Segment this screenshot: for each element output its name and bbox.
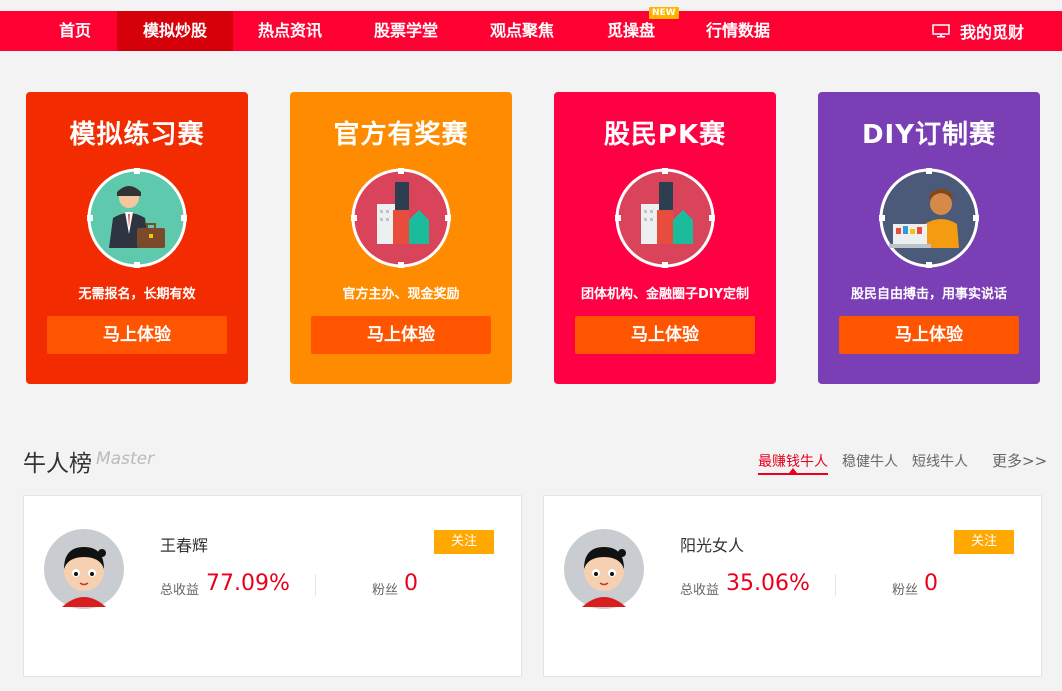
- master-card: 王春辉 关注 总收益 77.09% 粉丝 0: [23, 495, 522, 677]
- card-practice-contest: 模拟练习赛 无需报名，长期有效 马上体验: [26, 92, 248, 384]
- my-account-label: 我的觅财: [960, 23, 1025, 42]
- nav-item-home[interactable]: 首页: [44, 11, 106, 51]
- city-buildings-icon: [615, 168, 715, 268]
- section-subtitle: Master: [96, 449, 155, 469]
- card-description: 股民自由搏击，用事实说话: [850, 287, 1007, 302]
- card-description: 官方主办、现金奖励: [342, 287, 460, 302]
- card-diy-contest: DIY订制赛 股民自由搏击，用事实说话 马上体验: [818, 92, 1040, 384]
- card-description: 无需报名，长期有效: [78, 287, 196, 302]
- section-title: 牛人榜: [23, 451, 92, 477]
- try-now-button[interactable]: 马上体验: [47, 316, 227, 354]
- active-tab-underline: [758, 473, 828, 475]
- main-nav: 首页 模拟炒股 热点资讯 股票学堂 观点聚焦 觅操盘 行情数据: [0, 11, 1062, 51]
- city-buildings-icon: [351, 168, 451, 268]
- monitor-icon: [932, 24, 950, 38]
- top-strip: [0, 0, 1062, 11]
- trader-icon: [879, 168, 979, 268]
- card-pk-contest: 股民PK赛 团体机构、金融圈子DIY定制 马上体验: [554, 92, 776, 384]
- card-title: 官方有奖赛: [333, 120, 469, 150]
- new-badge: NEW: [649, 7, 679, 19]
- nav-item-market-data[interactable]: 行情数据: [696, 11, 780, 51]
- total-return-label: 总收益: [680, 583, 720, 598]
- active-tab-caret: [789, 468, 797, 473]
- tab-steady-traders[interactable]: 稳健牛人: [842, 451, 898, 471]
- stat-divider: [835, 574, 836, 596]
- total-return-value: 35.06%: [726, 571, 810, 596]
- card-title: DIY订制赛: [861, 120, 997, 150]
- try-now-button[interactable]: 马上体验: [575, 316, 755, 354]
- nav-item-viewpoints[interactable]: 观点聚焦: [480, 11, 564, 51]
- tab-short-term-traders[interactable]: 短线牛人: [912, 451, 968, 471]
- my-account-link[interactable]: 我的觅财: [932, 11, 1024, 51]
- card-description: 团体机构、金融圈子DIY定制: [580, 287, 750, 302]
- nav-item-simulated-trading[interactable]: 模拟炒股: [117, 11, 233, 51]
- follow-button[interactable]: 关注: [434, 530, 494, 554]
- try-now-button[interactable]: 马上体验: [311, 316, 491, 354]
- businessman-icon: [87, 168, 187, 268]
- trader-name[interactable]: 王春辉: [160, 532, 208, 556]
- avatar[interactable]: [44, 529, 124, 609]
- try-now-button[interactable]: 马上体验: [839, 316, 1019, 354]
- total-return-label: 总收益: [160, 583, 200, 598]
- avatar[interactable]: [564, 529, 644, 609]
- card-title: 模拟练习赛: [69, 120, 205, 150]
- card-official-prize-contest: 官方有奖赛 官方主办、现金奖励 马上体验: [290, 92, 512, 384]
- master-card: 阳光女人 关注 总收益 35.06% 粉丝 0: [543, 495, 1042, 677]
- fans-value: 0: [924, 571, 938, 596]
- nav-item-stock-school[interactable]: 股票学堂: [364, 11, 448, 51]
- trader-name[interactable]: 阳光女人: [680, 532, 744, 556]
- fans-label: 粉丝: [892, 583, 919, 598]
- stat-divider: [315, 574, 316, 596]
- nav-item-hot-news[interactable]: 热点资讯: [248, 11, 332, 51]
- fans-label: 粉丝: [372, 583, 399, 598]
- total-return-value: 77.09%: [206, 571, 290, 596]
- more-link[interactable]: 更多>>: [992, 450, 1047, 471]
- fans-value: 0: [404, 571, 418, 596]
- follow-button[interactable]: 关注: [954, 530, 1014, 554]
- card-title: 股民PK赛: [603, 120, 727, 150]
